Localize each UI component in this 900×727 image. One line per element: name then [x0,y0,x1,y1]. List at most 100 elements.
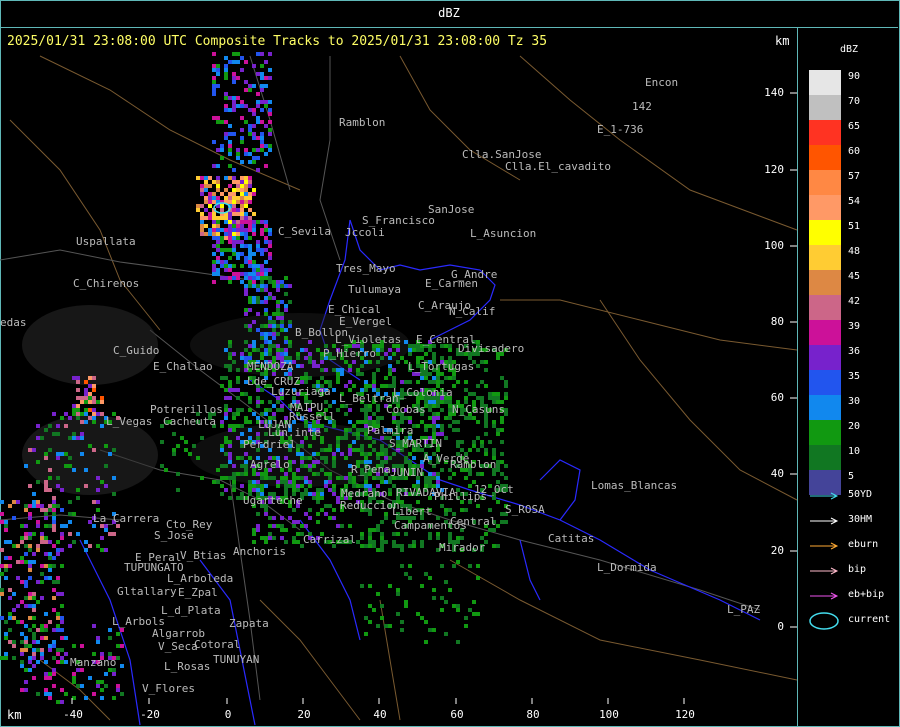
radar-echo-cell [68,464,72,468]
radar-echo-cell [68,512,72,516]
radar-echo-cell [76,404,80,408]
radar-echo-cell [92,388,96,392]
radar-echo-cell [264,144,268,148]
radar-echo-cell [256,92,260,96]
radar-echo-cell [292,520,296,524]
radar-echo-cell [240,136,244,140]
radar-echo-cell [224,408,228,412]
radar-echo-cell [308,484,312,488]
district-boundary-7 [449,559,798,681]
radar-echo-cell [280,320,284,324]
radar-echo-cell [332,456,336,460]
radar-echo-cell [60,604,64,608]
radar-echo-cell [236,228,240,232]
radar-echo-cell [268,516,272,520]
radar-echo-cell [100,536,104,540]
radar-echo-cell [172,452,176,456]
radar-echo-cell [312,464,316,468]
radar-echo-cell [360,428,364,432]
radar-echo-cell [484,532,488,536]
radar-echo-cell [432,588,436,592]
radar-echo-cell [312,360,316,364]
radar-echo-cell [36,436,40,440]
radar-echo-cell [272,536,276,540]
radar-echo-cell [228,340,232,344]
radar-echo-cell [240,472,244,476]
radar-echo-cell [256,348,260,352]
radar-echo-cell [256,400,260,404]
radar-echo-cell [232,276,236,280]
radar-echo-cell [296,364,300,368]
radar-echo-cell [252,132,256,136]
radar-echo-cell [52,608,56,612]
radar-echo-cell [92,376,96,380]
radar-echo-cell [240,100,244,104]
radar-echo-cell [496,468,500,472]
radar-echo-cell [88,400,92,404]
radar-echo-cell [0,512,4,516]
radar-echo-cell [248,400,252,404]
radar-echo-cell [32,640,36,644]
radar-echo-cell [416,612,420,616]
radar-echo-cell [336,524,340,528]
radar-echo-cell [436,536,440,540]
x-tick-label: 20 [297,708,311,721]
map-place-label: JUNIN [390,466,423,479]
radar-echo-cell [96,476,100,480]
radar-echo-cell [420,540,424,544]
radar-echo-cell [64,652,68,656]
radar-echo-cell [272,412,276,416]
radar-echo-cell [264,260,268,264]
department-boundary-6 [539,459,581,521]
radar-echo-cell [224,196,228,200]
radar-echo-cell [296,520,300,524]
radar-echo-cell [404,340,408,344]
map-place-label: Lomas_Blancas [591,479,677,492]
radar-echo-cell [252,124,256,128]
radar-echo-cell [260,280,264,284]
radar-echo-cell [216,256,220,260]
radar-echo-cell [300,440,304,444]
radar-echo-cell [228,268,232,272]
radar-echo-cell [368,536,372,540]
radar-echo-cell [172,448,176,452]
radar-echo-cell [24,508,28,512]
radar-echo-cell [256,432,260,436]
radar-echo-cell [388,384,392,388]
radar-echo-cell [484,432,488,436]
radar-echo-cell [232,104,236,108]
radar-map[interactable]: RamblonEnconE_1-736142Clla.SanJoseClla.E… [0,0,900,727]
radar-echo-cell [224,264,228,268]
radar-echo-cell [496,464,500,468]
radar-echo-cell [368,416,372,420]
radar-echo-cell [276,400,280,404]
radar-echo-cell [92,416,96,420]
radar-echo-cell [372,384,376,388]
radar-echo-cell [12,616,16,620]
radar-echo-cell [276,288,280,292]
radar-echo-cell [16,576,20,580]
radar-echo-cell [76,408,80,412]
radar-echo-cell [12,656,16,660]
radar-echo-cell [88,520,92,524]
radar-echo-cell [32,664,36,668]
radar-echo-cell [240,196,244,200]
radar-echo-cell [200,220,204,224]
radar-echo-cell [200,224,204,228]
radar-echo-cell [104,484,108,488]
radar-echo-cell [40,624,44,628]
radar-echo-cell [308,376,312,380]
radar-echo-cell [288,516,292,520]
radar-echo-cell [268,352,272,356]
radar-echo-cell [252,480,256,484]
radar-echo-cell [72,412,76,416]
radar-echo-cell [236,424,240,428]
radar-echo-cell [248,272,252,276]
radar-echo-cell [32,504,36,508]
radar-echo-cell [224,64,228,68]
radar-echo-cell [212,64,216,68]
radar-echo-cell [52,588,56,592]
radar-echo-cell [8,628,12,632]
radar-echo-cell [256,524,260,528]
radar-echo-cell [264,332,268,336]
